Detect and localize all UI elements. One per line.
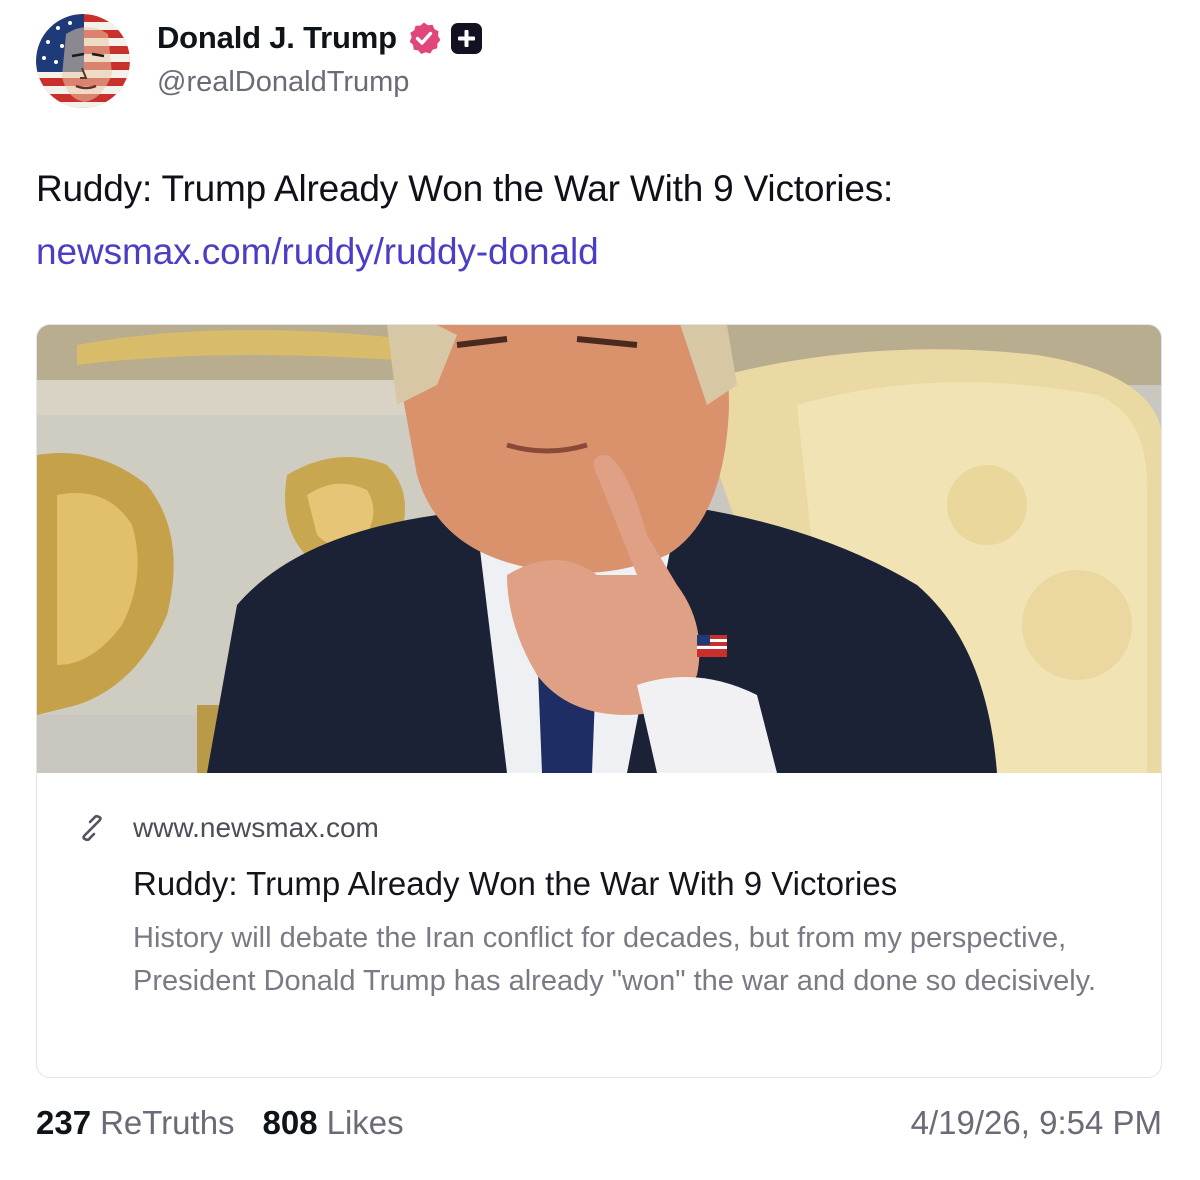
pointing-man-photo — [37, 325, 1161, 773]
flag-face-avatar — [36, 14, 130, 108]
author-handle[interactable]: @realDonaldTrump — [157, 66, 409, 99]
retruths-stat[interactable]: 237 ReTruths — [36, 1104, 235, 1142]
author-avatar[interactable] — [36, 14, 130, 108]
card-description: History will debate the Iran conflict fo… — [133, 922, 1097, 997]
author-name-row: Donald J. Trump — [157, 18, 482, 58]
author-display-name[interactable]: Donald J. Trump — [157, 20, 397, 56]
likes-label: Likes — [326, 1104, 404, 1141]
link-icon — [82, 814, 102, 842]
card-title[interactable]: Ruddy: Trump Already Won the War With 9 … — [133, 865, 897, 903]
link-preview-card[interactable]: www.newsmax.com Ruddy: Trump Already Won… — [36, 324, 1162, 1078]
card-domain-row: www.newsmax.com — [77, 811, 379, 845]
likes-count: 808 — [262, 1104, 318, 1141]
post-link[interactable]: newsmax.com/ruddy/ruddy-donald — [36, 231, 599, 273]
post-text: Ruddy: Trump Already Won the War With 9 … — [36, 168, 894, 209]
likes-stat[interactable]: 808 Likes — [263, 1104, 404, 1142]
card-domain: www.newsmax.com — [133, 812, 379, 843]
retruths-label: ReTruths — [100, 1104, 235, 1141]
post-timestamp[interactable]: 4/19/26, 9:54 PM — [911, 1104, 1162, 1142]
truth-plus-badge-icon — [450, 22, 482, 54]
retruths-count: 237 — [36, 1104, 92, 1141]
post-stats: 237 ReTruths 808 Likes — [36, 1104, 404, 1142]
verified-badge-icon — [409, 22, 441, 54]
